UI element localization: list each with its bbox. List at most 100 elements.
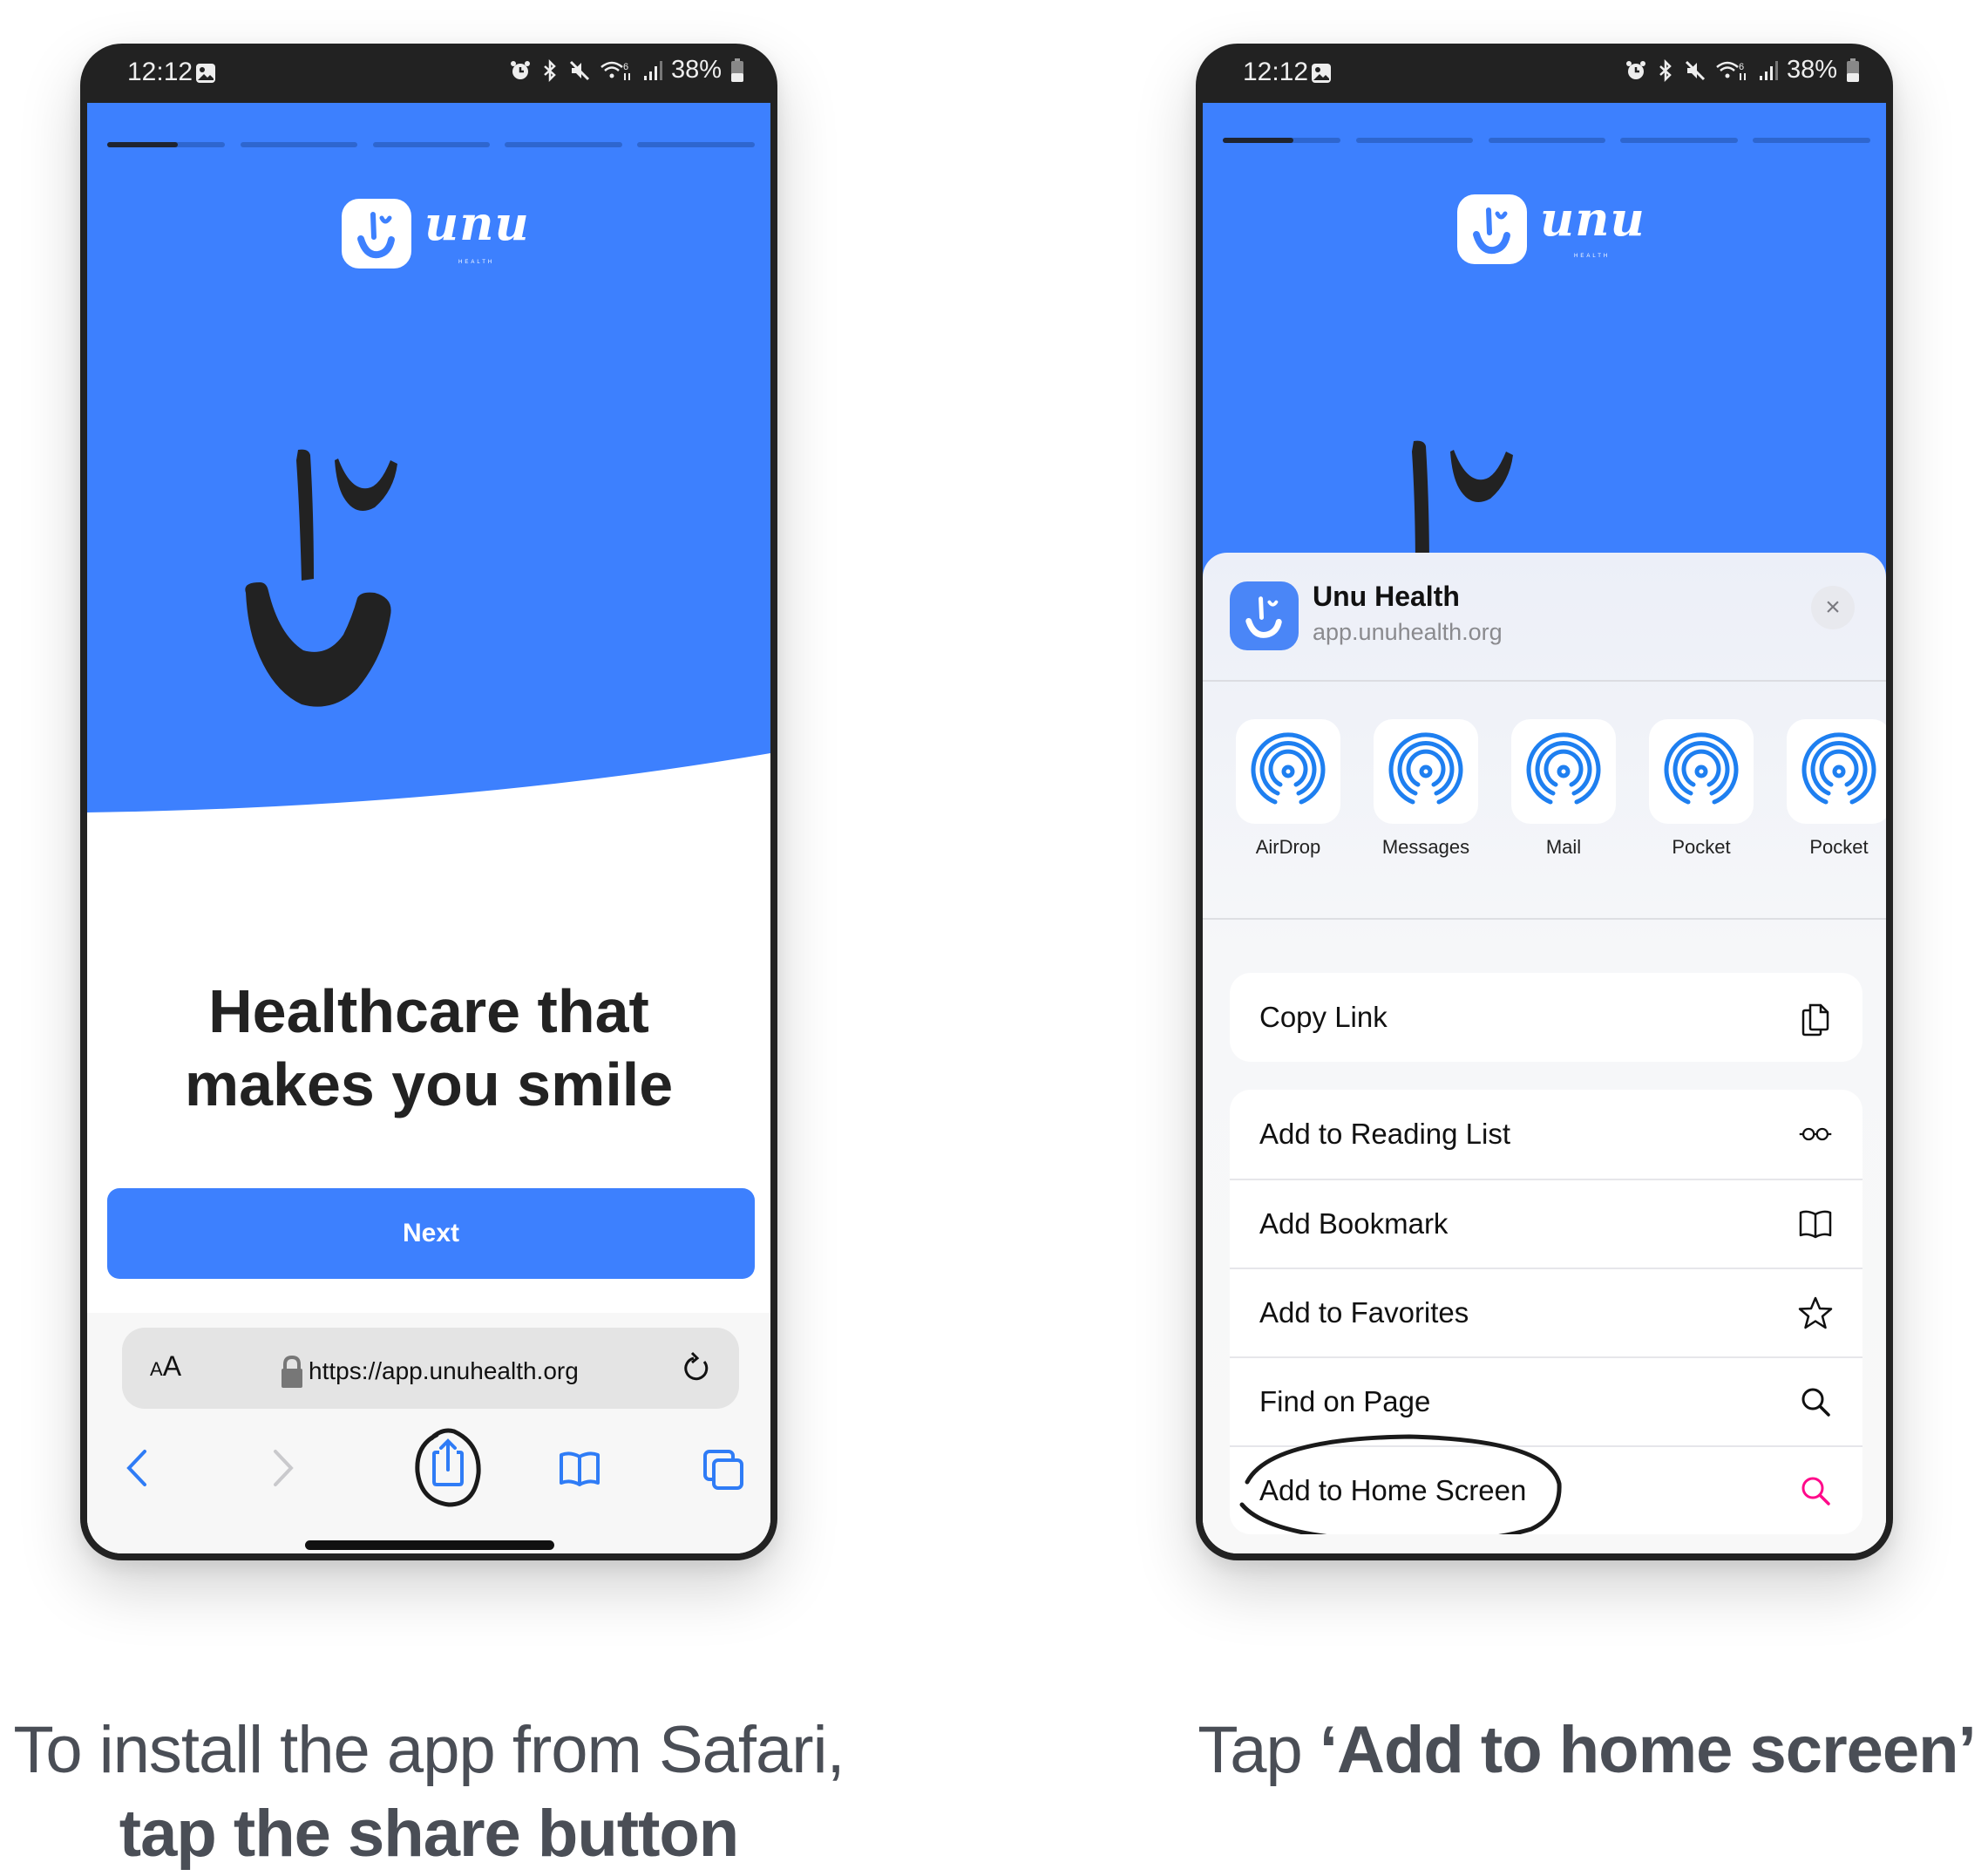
action-label: Add to Favorites bbox=[1259, 1296, 1469, 1329]
heading-line-2: makes you smile bbox=[184, 1050, 674, 1118]
wifi-icon: 6 bbox=[600, 61, 630, 80]
caption-left-line1: To install the app from Safari, bbox=[13, 1713, 845, 1787]
caption-right-prefix: Tap bbox=[1198, 1713, 1320, 1787]
airdrop-icon bbox=[1388, 732, 1463, 805]
action-add-bookmark[interactable]: Add Bookmark bbox=[1230, 1179, 1862, 1268]
share-app-airdrop[interactable] bbox=[1236, 719, 1340, 824]
lock-icon bbox=[282, 1355, 302, 1388]
action-add-to-home-screen[interactable]: Add to Home Screen bbox=[1230, 1434, 1862, 1534]
caption-right: Tap ‘Add to home screen’ bbox=[1185, 1709, 1988, 1792]
web-page: unu HEALTH Unu Health app.unuhealth.org … bbox=[1203, 103, 1886, 1553]
wifi-icon: 6 bbox=[1716, 61, 1746, 80]
share-subtitle: app.unuhealth.org bbox=[1313, 619, 1503, 645]
app-icon bbox=[1230, 581, 1299, 650]
caption-left: To install the app from Safari, tap the … bbox=[0, 1709, 858, 1876]
logo-subtitle: HEALTH bbox=[458, 260, 495, 265]
close-icon: × bbox=[1825, 593, 1841, 622]
logo-mark-icon bbox=[1457, 194, 1527, 264]
logo-word: unu bbox=[424, 195, 530, 251]
signal-icon bbox=[1759, 60, 1778, 80]
safari-toolbar: AA https://app.unuhealth.org bbox=[87, 1313, 770, 1553]
highlight-circle bbox=[1239, 1434, 1562, 1534]
tabs-icon[interactable] bbox=[702, 1448, 745, 1492]
airdrop-icon bbox=[1664, 732, 1739, 805]
svg-text:6: 6 bbox=[1739, 62, 1744, 72]
heading-line-1: Healthcare that bbox=[208, 977, 649, 1045]
share-app-mail[interactable] bbox=[1511, 719, 1616, 824]
reload-icon[interactable] bbox=[680, 1351, 715, 1386]
divider bbox=[1203, 918, 1886, 920]
back-icon[interactable] bbox=[124, 1448, 150, 1488]
logo-mark-icon bbox=[342, 199, 411, 268]
alarm-icon bbox=[1625, 60, 1645, 79]
copy-link-card: Copy Link bbox=[1230, 973, 1862, 1062]
progress-segment bbox=[373, 142, 490, 147]
action-add-to-reading-list[interactable]: Add to Reading List bbox=[1230, 1090, 1862, 1179]
action-label: Copy Link bbox=[1259, 1001, 1388, 1033]
url-field[interactable]: https://app.unuhealth.org bbox=[279, 1354, 579, 1389]
forward-icon[interactable] bbox=[270, 1448, 296, 1488]
star-icon bbox=[1798, 1295, 1833, 1330]
smile-illustration bbox=[245, 449, 397, 707]
share-app-label: AirDrop bbox=[1255, 836, 1321, 858]
progress-segment bbox=[1489, 138, 1605, 143]
bluetooth-icon bbox=[1659, 58, 1672, 82]
airdrop-icon bbox=[1526, 732, 1601, 805]
battery-percent: 38% bbox=[1786, 56, 1837, 84]
share-app-pocket[interactable] bbox=[1787, 719, 1886, 824]
phone-right: 12:12 6 38% unu HEALTH Unu Health app.un… bbox=[1196, 44, 1893, 1560]
smile-illustration bbox=[1412, 440, 1513, 556]
progress-segment bbox=[505, 142, 622, 147]
progress-segment bbox=[107, 142, 225, 147]
progress-fill bbox=[107, 142, 178, 147]
action-copy-link[interactable]: Copy Link bbox=[1230, 973, 1862, 1062]
url-text: https://app.unuhealth.org bbox=[309, 1357, 579, 1384]
battery-icon bbox=[731, 58, 743, 82]
phone-left: 12:12 6 38% unu HEALTH Healthcare that m… bbox=[80, 44, 777, 1560]
bookmarks-icon[interactable] bbox=[558, 1448, 601, 1488]
share-app-label: Pocket bbox=[1809, 836, 1869, 858]
share-app-label: Messages bbox=[1381, 836, 1470, 858]
progress-segment bbox=[1753, 138, 1870, 143]
progress-segment bbox=[1356, 138, 1473, 143]
status-icons: 6 38% bbox=[1625, 56, 1860, 85]
share-app-label: Mail bbox=[1545, 836, 1582, 858]
caption-left-line2: tap the share button bbox=[119, 1797, 739, 1871]
progress-fill bbox=[1223, 138, 1293, 143]
book-icon bbox=[1798, 1206, 1833, 1241]
mute-icon bbox=[1685, 60, 1706, 80]
alarm-icon bbox=[510, 60, 530, 79]
share-app-messages[interactable] bbox=[1374, 719, 1478, 824]
status-bar: 12:12 6 38% bbox=[1196, 44, 1893, 103]
status-time: 12:12 bbox=[127, 58, 193, 86]
bluetooth-icon bbox=[544, 58, 556, 82]
reader-settings-button[interactable]: AA bbox=[150, 1350, 181, 1383]
address-bar[interactable]: AA https://app.unuhealth.org bbox=[122, 1328, 739, 1409]
airdrop-icon bbox=[1251, 732, 1326, 805]
battery-icon bbox=[1847, 58, 1859, 82]
mute-icon bbox=[569, 60, 590, 80]
share-sheet: Unu Health app.unuhealth.org × AirDrop Me… bbox=[1203, 553, 1886, 1553]
progress-segment bbox=[637, 142, 755, 147]
share-icon[interactable] bbox=[405, 1419, 501, 1515]
svg-text:6: 6 bbox=[623, 62, 628, 72]
status-icons: 6 38% bbox=[509, 56, 744, 85]
share-app-label: Pocket bbox=[1672, 836, 1731, 858]
status-bar: 12:12 6 38% bbox=[80, 44, 777, 103]
signal-icon bbox=[643, 60, 662, 80]
close-button[interactable]: × bbox=[1811, 586, 1855, 629]
progress-segment bbox=[1223, 138, 1340, 143]
logo-word: unu bbox=[1540, 191, 1645, 247]
home-indicator bbox=[305, 1540, 554, 1550]
copy-icon bbox=[1798, 1000, 1833, 1037]
airdrop-icon bbox=[1801, 732, 1876, 805]
next-button[interactable]: Next bbox=[107, 1188, 755, 1279]
action-label: Add to Reading List bbox=[1259, 1118, 1511, 1150]
web-page: unu HEALTH Healthcare that makes you smi… bbox=[87, 103, 770, 1553]
actions-card: Add to Reading List Add Bookmark Add to Fa… bbox=[1230, 1090, 1862, 1534]
caption-right-bold: ‘Add to home screen’ bbox=[1319, 1713, 1977, 1787]
action-add-to-favorites[interactable]: Add to Favorites bbox=[1230, 1268, 1862, 1356]
progress-segment bbox=[1620, 138, 1738, 143]
gallery-icon bbox=[196, 64, 215, 83]
share-app-pocket[interactable] bbox=[1649, 719, 1754, 824]
